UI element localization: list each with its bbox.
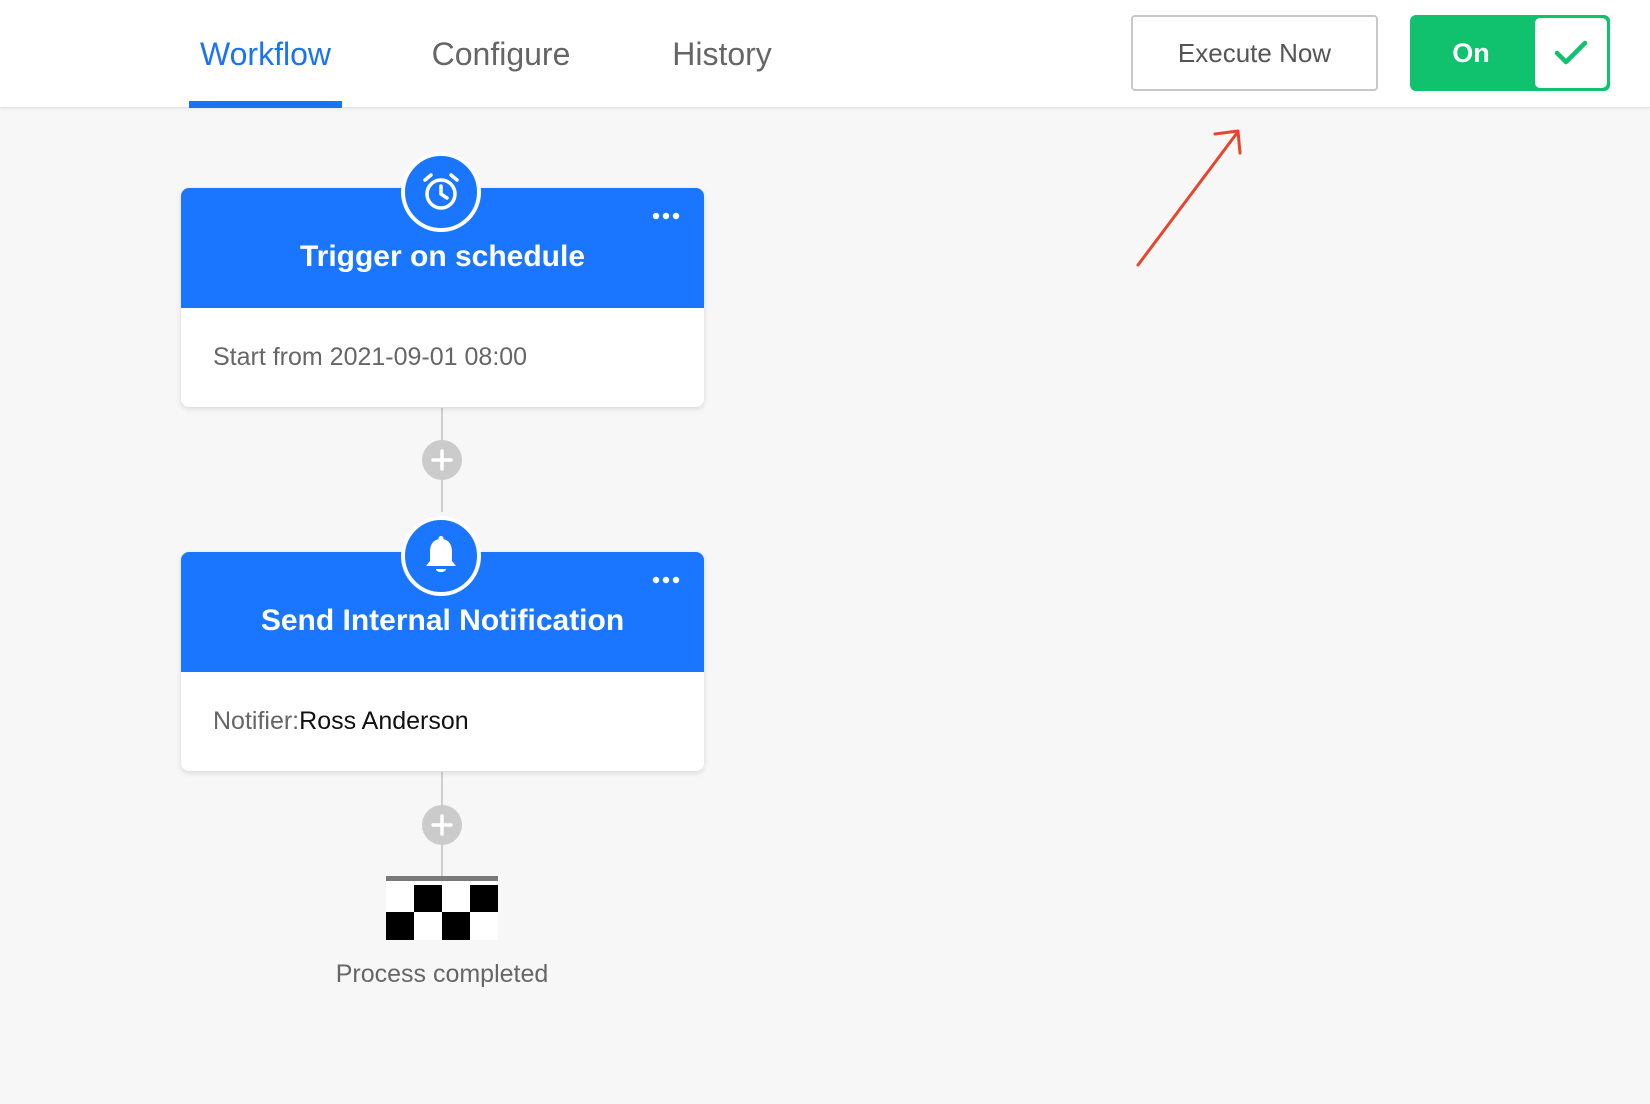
checkered-flag-icon bbox=[386, 876, 498, 940]
process-completed-label: Process completed bbox=[335, 960, 549, 988]
bell-icon bbox=[401, 516, 481, 596]
more-options-icon[interactable] bbox=[645, 202, 687, 230]
plus-icon bbox=[431, 449, 453, 471]
notifier-label: Notifier: bbox=[213, 707, 300, 735]
plus-icon bbox=[431, 814, 453, 836]
node-body-text: Notifier: Ross Anderson bbox=[213, 672, 469, 771]
node-title: Send Internal Notification bbox=[260, 604, 625, 637]
notifier-value: Ross Anderson bbox=[299, 707, 469, 735]
workflow-node-trigger[interactable]: Trigger on schedule Start from 2021-09-0… bbox=[181, 152, 704, 407]
more-options-icon[interactable] bbox=[645, 566, 687, 594]
add-step-button[interactable] bbox=[422, 440, 462, 480]
alarm-clock-icon bbox=[401, 152, 481, 232]
node-body-text: Start from 2021-09-01 08:00 bbox=[213, 343, 528, 371]
node-title: Trigger on schedule bbox=[299, 240, 586, 273]
workflow-node-notification[interactable]: Send Internal Notification Notifier: Ross… bbox=[181, 516, 704, 771]
add-step-button[interactable] bbox=[422, 805, 462, 845]
